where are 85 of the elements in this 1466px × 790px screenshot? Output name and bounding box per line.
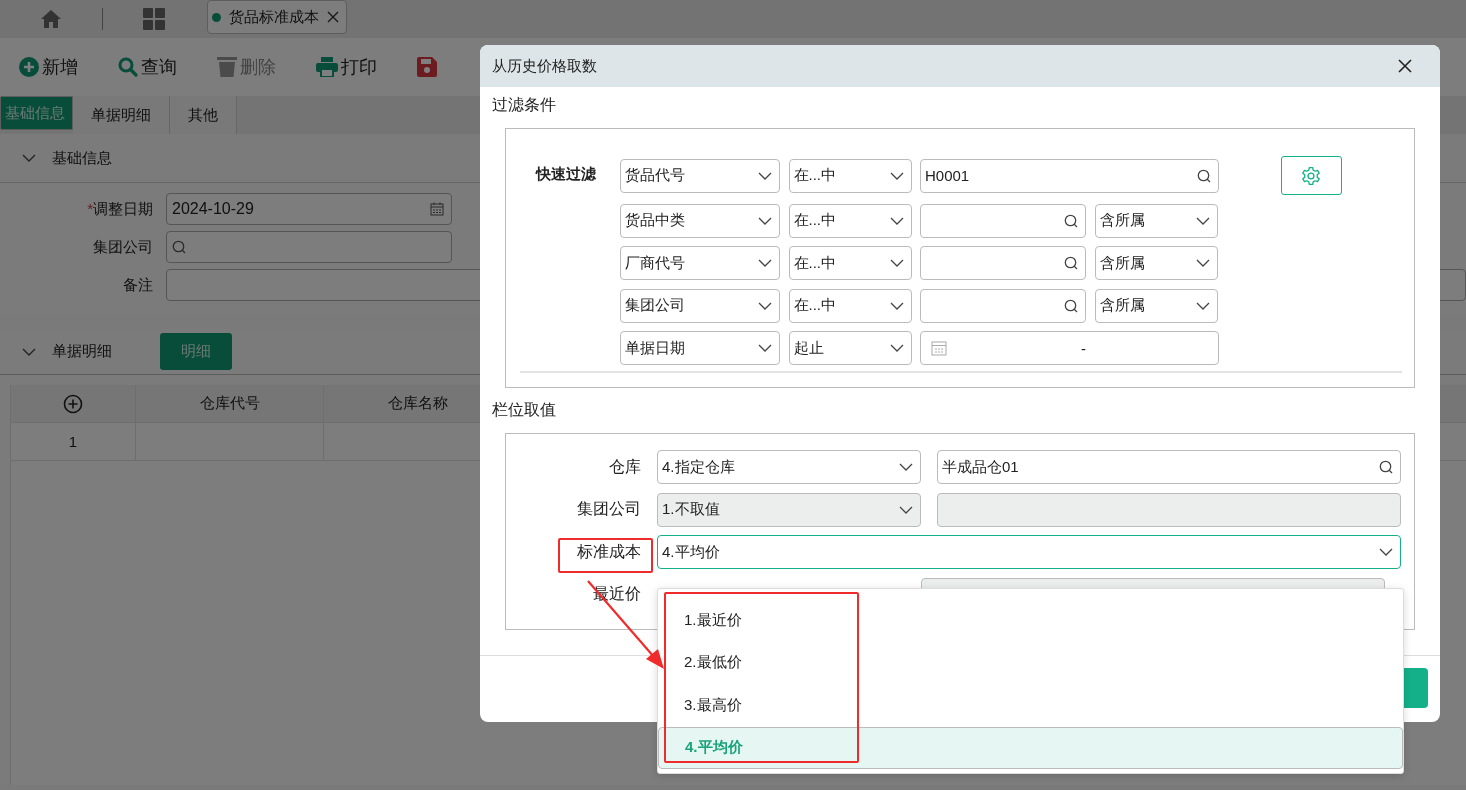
settings-icon: [1301, 165, 1321, 186]
field-label: 调整日期: [93, 199, 153, 219]
dropdown-option[interactable]: 3.最高价: [658, 684, 1403, 727]
value-select[interactable]: 4.指定仓库: [657, 450, 921, 484]
field-label: 集团公司: [577, 499, 641, 519]
chevron-icon: [758, 216, 772, 225]
chevron-icon: [1195, 216, 1210, 225]
active-dot: [212, 12, 221, 22]
add-icon: [19, 57, 39, 77]
field-select[interactable]: 货品代号: [620, 158, 780, 193]
save-button[interactable]: [417, 57, 437, 77]
field-select[interactable]: 集团公司: [620, 288, 780, 323]
field-select[interactable]: 货品中类: [620, 203, 780, 238]
printer-icon: [316, 57, 338, 77]
form-tab[interactable]: 单据明细: [73, 96, 170, 134]
dialog-title: 从历史价格取数: [492, 56, 597, 76]
search-icon: [118, 57, 138, 77]
chevron-icon: [899, 463, 913, 471]
row-number: 1: [11, 423, 136, 460]
chevron-icon: [1379, 548, 1393, 556]
dropdown-option[interactable]: 2.最低价: [658, 641, 1403, 684]
chevron-icon: [758, 301, 772, 310]
home-icon: [40, 9, 62, 29]
section-title: 基础信息: [52, 148, 112, 168]
search-icon: [1064, 213, 1078, 228]
column-header: 仓库代号: [136, 385, 324, 422]
search-icon: [1379, 460, 1393, 474]
search-button[interactable]: 查询: [118, 55, 177, 79]
chevron-icon: [889, 216, 904, 225]
section-title: 单据明细: [52, 342, 112, 361]
chevron-icon: [899, 505, 913, 514]
lookup-field[interactable]: [166, 231, 452, 263]
scope-select[interactable]: 含所属: [1094, 246, 1218, 280]
chevron-icon[interactable]: [22, 346, 36, 357]
chevron-icon[interactable]: [22, 153, 36, 163]
scope-select[interactable]: 含所属: [1094, 288, 1218, 323]
chevron-icon: [758, 344, 772, 352]
chevron-icon: [889, 171, 904, 180]
quick-filter-label: 快速过滤: [536, 165, 597, 184]
required-mark: *: [87, 199, 93, 219]
grid-icon: [143, 8, 165, 30]
lookup-field[interactable]: [920, 203, 1086, 238]
chevron-icon: [889, 344, 904, 352]
search-icon: [1197, 168, 1211, 183]
search-icon: [1064, 256, 1078, 270]
search-icon: [1064, 298, 1078, 313]
chevron-icon: [758, 259, 772, 267]
operator-select[interactable]: 在...中: [788, 158, 912, 193]
scope-select[interactable]: 含所属: [1094, 203, 1218, 238]
print-button[interactable]: 打印: [316, 55, 377, 79]
operator-select[interactable]: 起止: [788, 331, 912, 365]
field-label: 标准成本: [577, 541, 641, 562]
field-label: 集团公司: [93, 237, 153, 257]
lookup-field[interactable]: 半成品仓01: [937, 450, 1401, 484]
calendar-icon: [931, 340, 947, 356]
operator-select[interactable]: 在...中: [788, 288, 912, 323]
page-tab[interactable]: 货品标准成本: [207, 0, 347, 34]
save-icon: [417, 57, 437, 77]
chevron-icon: [758, 171, 772, 180]
date-range-field[interactable]: -: [920, 331, 1219, 365]
calendar-icon: [430, 202, 444, 216]
search-icon: [172, 240, 186, 254]
field-label: 仓库: [609, 456, 641, 477]
group-title: 过滤条件: [491, 95, 557, 115]
chevron-icon: [889, 259, 904, 267]
lookup-field[interactable]: H0001: [920, 158, 1219, 193]
settings-button[interactable]: [1280, 156, 1342, 195]
tab-label: 货品标准成本: [229, 7, 319, 27]
operator-select[interactable]: 在...中: [788, 246, 912, 280]
form-tab[interactable]: 其他: [170, 96, 237, 134]
lookup-field[interactable]: [920, 246, 1086, 280]
operator-select[interactable]: 在...中: [788, 203, 912, 238]
chevron-icon: [1195, 259, 1210, 267]
chevron-icon: [1195, 301, 1210, 310]
close-icon[interactable]: [1398, 59, 1412, 73]
dropdown-option[interactable]: 1.最近价: [658, 599, 1403, 642]
value-select[interactable]: 4.平均价: [657, 535, 1401, 569]
field-select[interactable]: 单据日期: [620, 331, 780, 365]
field-select[interactable]: 厂商代号: [620, 246, 780, 280]
date-field[interactable]: 2024-10-29: [166, 193, 452, 225]
add-row-icon[interactable]: [63, 393, 83, 414]
add-button[interactable]: 新增: [19, 55, 78, 79]
chevron-icon: [889, 301, 904, 310]
field-label: 备注: [123, 275, 153, 295]
lookup-field[interactable]: [920, 288, 1086, 323]
